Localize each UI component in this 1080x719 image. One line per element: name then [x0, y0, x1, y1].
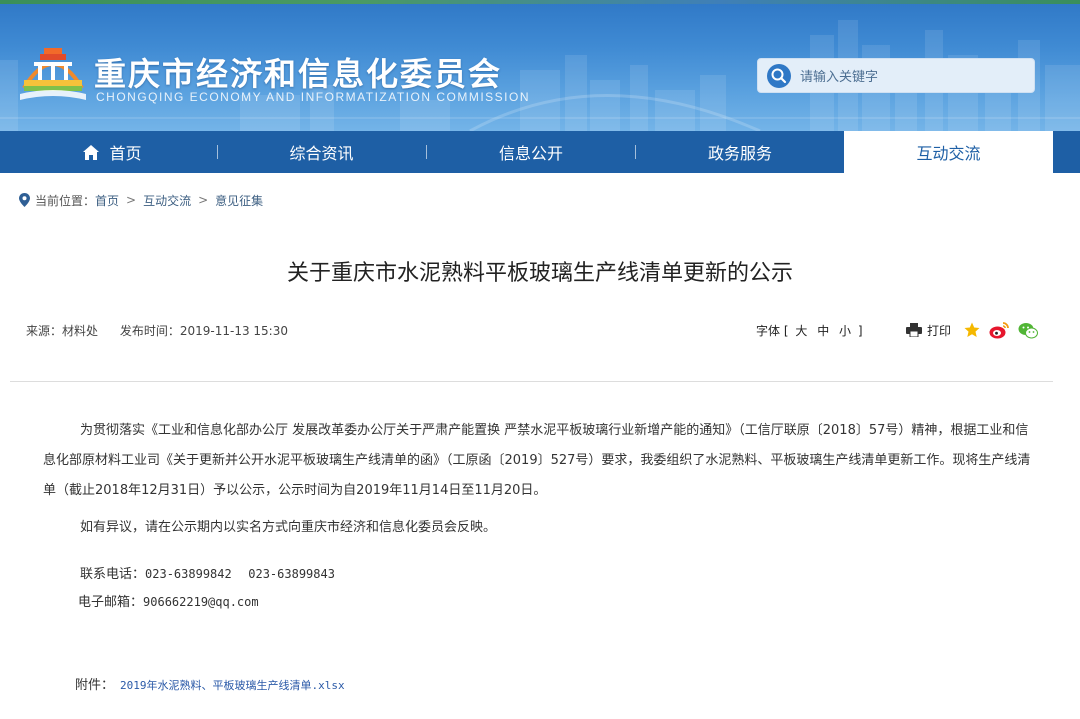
attachment: 附件： 2019年水泥熟料、平板玻璃生产线清单.xlsx: [75, 674, 345, 693]
font-size-large-button[interactable]: 大: [795, 324, 807, 338]
site-subtitle: CHONGQING ECONOMY AND INFORMATIZATION CO…: [96, 90, 531, 104]
search-input[interactable]: 请输入关键字: [800, 66, 878, 85]
font-size-small-button[interactable]: 小: [839, 324, 851, 338]
weibo-icon: [989, 321, 1009, 338]
contact-phone: 联系电话：023-63899842 023-63899843: [80, 563, 335, 582]
page-title: 关于重庆市水泥熟料平板玻璃生产线清单更新的公示: [286, 261, 793, 286]
nav-item-home[interactable]: 首页: [10, 131, 215, 173]
article-tools: 打印: [906, 319, 1047, 341]
article-publish-time: 发布时间：2019-11-13 15:30: [119, 324, 288, 338]
nav-item-services[interactable]: 政务服务: [637, 131, 843, 173]
font-size-bracket: [: [783, 324, 789, 338]
home-icon: [83, 144, 100, 160]
share-weibo-button[interactable]: [989, 321, 1009, 339]
attachment-download-link[interactable]: 2019年水泥熟料、平板玻璃生产线清单.xlsx: [120, 679, 345, 692]
font-size-medium-button[interactable]: 中: [817, 324, 829, 338]
location-pin-icon: [19, 193, 30, 207]
print-label: 打印: [927, 323, 952, 338]
phone-number-2: 023-63899843: [248, 567, 335, 581]
email-address: 906662219@qq.com: [143, 595, 259, 609]
nav-item-news[interactable]: 综合资讯: [218, 131, 425, 173]
share-wechat-button[interactable]: [1018, 322, 1039, 339]
breadcrumb-link-home[interactable]: 首页: [95, 192, 119, 209]
breadcrumb-link-feedback[interactable]: 意见征集: [215, 192, 263, 209]
attachment-label: 附件：: [75, 678, 115, 693]
print-button[interactable]: 打印: [906, 322, 951, 339]
font-size-bracket: ]: [857, 324, 863, 338]
email-label: 电子邮箱：: [78, 595, 144, 610]
phone-label: 联系电话：: [80, 567, 146, 582]
favorite-button[interactable]: [964, 322, 980, 338]
nav-divider: [635, 145, 636, 159]
article-meta: 来源：材料处 发布时间：2019-11-13 15:30: [26, 322, 306, 339]
nav-divider: [426, 145, 427, 159]
print-icon: [906, 323, 922, 337]
nav-item-label: 信息公开: [498, 144, 563, 163]
article-source: 来源：材料处: [26, 324, 99, 338]
nav-item-disclosure[interactable]: 信息公开: [428, 131, 634, 173]
nav-item-label: 首页: [109, 144, 142, 163]
header-banner: 重庆市经济和信息化委员会 CHONGQING ECONOMY AND INFOR…: [0, 0, 1080, 131]
header-divider: [10, 381, 1053, 382]
main-nav: 首页 综合资讯 信息公开 政务服务 互动交流: [0, 131, 1080, 173]
search-icon[interactable]: [766, 63, 792, 89]
font-size-label: 字体: [756, 324, 781, 338]
wechat-icon: [1018, 322, 1039, 338]
breadcrumb-separator: >: [126, 193, 137, 207]
article-paragraph: 如有异议，请在公示期内以实名方式向重庆市经济和信息化委员会反映。: [43, 513, 1033, 543]
breadcrumb-link-interaction[interactable]: 互动交流: [143, 192, 191, 209]
article-paragraph: 为贯彻落实《工业和信息化部办公厅 发展改革委办公厅关于严肃产能置换 严禁水泥平板…: [43, 416, 1033, 506]
article-paragraph-2: 如有异议，请在公示期内以实名方式向重庆市经济和信息化委员会反映。: [80, 520, 497, 535]
nav-item-label: 互动交流: [916, 144, 981, 163]
nav-item-label: 综合资讯: [289, 144, 354, 163]
breadcrumb: 当前位置： 首页 > 互动交流 > 意见征集: [19, 191, 263, 209]
search-box[interactable]: 请输入关键字: [757, 58, 1035, 93]
breadcrumb-prefix: 当前位置：: [35, 193, 96, 208]
nav-divider: [217, 145, 218, 159]
contact-email: 电子邮箱：906662219@qq.com: [78, 591, 259, 610]
nav-item-interaction[interactable]: 互动交流: [844, 131, 1053, 173]
font-size-control: 字体 [ 大 中 小 ]: [756, 322, 863, 339]
site-title: 重庆市经济和信息化委员会: [94, 55, 503, 93]
nav-item-label: 政务服务: [707, 144, 772, 163]
breadcrumb-separator: >: [198, 193, 209, 207]
logo-emblem-icon[interactable]: [20, 42, 86, 104]
article-paragraph-1: 为贯彻落实《工业和信息化部办公厅 发展改革委办公厅关于严肃产能置换 严禁水泥平板…: [43, 423, 1031, 498]
favorite-star-icon: [964, 322, 980, 337]
phone-number-1: 023-63899842: [145, 567, 232, 581]
